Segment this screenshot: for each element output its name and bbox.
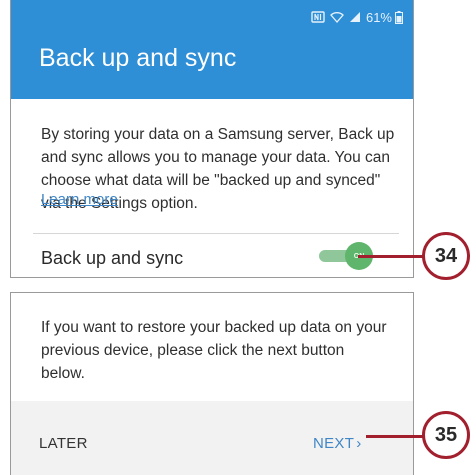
callout-34-number: 34 (434, 244, 458, 267)
app-header: 61% Back up and sync (11, 0, 413, 99)
status-bar: 61% (311, 8, 403, 26)
callout-35: 35 (422, 411, 470, 459)
chevron-right-icon: › (356, 435, 362, 452)
nfc-icon (311, 11, 325, 23)
wifi-icon (330, 11, 344, 23)
bottom-button-bar: LATER NEXT › (11, 401, 413, 475)
backup-sync-screen: 61% Back up and sync By storing your dat… (10, 0, 414, 278)
next-button[interactable]: NEXT › (313, 435, 362, 452)
page-title: Back up and sync (39, 44, 237, 72)
restore-text: If you want to restore your backed up da… (41, 319, 387, 382)
next-label: NEXT (313, 435, 355, 452)
battery-icon (395, 10, 403, 24)
backup-sync-row[interactable]: Back up and sync ON (11, 234, 413, 277)
restore-screen: If you want to restore your backed up da… (10, 292, 414, 475)
callout-34: 34 (422, 232, 470, 280)
backup-sync-label: Back up and sync (41, 248, 184, 268)
signal-icon (349, 11, 361, 23)
battery-indicator: 61% (366, 10, 403, 25)
battery-percent: 61% (365, 9, 392, 25)
later-button[interactable]: LATER (39, 435, 88, 452)
callout-34-line (358, 255, 424, 258)
callout-35-number: 35 (434, 423, 458, 446)
callout-35-line (366, 435, 424, 438)
learn-more-link[interactable]: Learn more (41, 191, 118, 208)
